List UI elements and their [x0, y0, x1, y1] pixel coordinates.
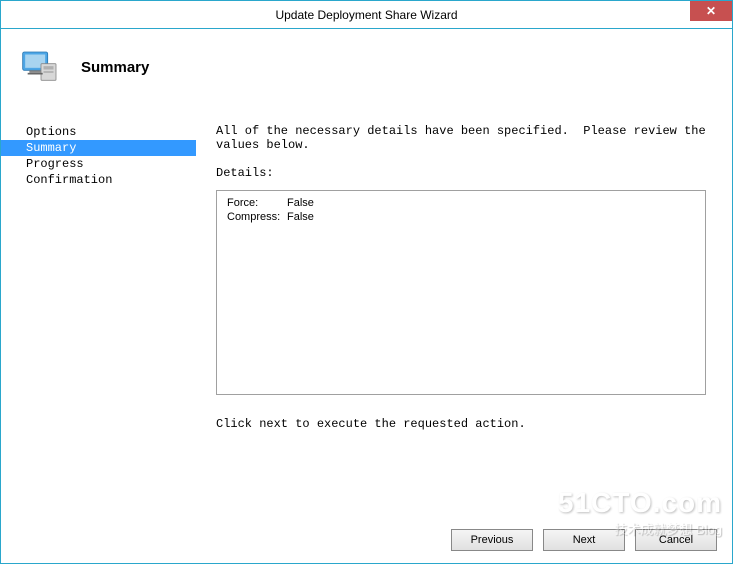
header: Summary: [1, 29, 732, 99]
detail-value: False: [287, 211, 314, 223]
detail-value: False: [287, 197, 314, 209]
details-label: Details:: [216, 166, 717, 180]
detail-row: Force: False: [227, 197, 695, 209]
close-icon: ✕: [706, 4, 716, 18]
footer-text: Click next to execute the requested acti…: [216, 417, 717, 431]
detail-row: Compress: False: [227, 211, 695, 223]
wizard-window: Update Deployment Share Wizard ✕ Summary: [0, 0, 733, 564]
main-area: Options Summary Progress Confirmation Al…: [1, 114, 732, 508]
sidebar-item-confirmation[interactable]: Confirmation: [1, 172, 196, 188]
previous-button[interactable]: Previous: [451, 529, 533, 551]
cancel-button[interactable]: Cancel: [635, 529, 717, 551]
sidebar-item-progress[interactable]: Progress: [1, 156, 196, 172]
next-button[interactable]: Next: [543, 529, 625, 551]
titlebar: Update Deployment Share Wizard ✕: [1, 1, 732, 29]
computer-monitor-icon: [21, 47, 61, 87]
detail-key: Force:: [227, 197, 287, 209]
detail-key: Compress:: [227, 211, 287, 223]
button-bar: Previous Next Cancel: [451, 529, 717, 551]
page-title: Summary: [81, 59, 149, 76]
window-title: Update Deployment Share Wizard: [275, 8, 457, 22]
close-button[interactable]: ✕: [690, 1, 732, 21]
content-area: Summary Options Summary Progress Confirm…: [1, 29, 732, 563]
sidebar-item-summary[interactable]: Summary: [1, 140, 196, 156]
summary-panel: All of the necessary details have been s…: [196, 114, 732, 508]
sidebar-item-options[interactable]: Options: [1, 124, 196, 140]
sidebar: Options Summary Progress Confirmation: [1, 114, 196, 508]
details-textbox[interactable]: Force: False Compress: False: [216, 190, 706, 395]
intro-text: All of the necessary details have been s…: [216, 124, 717, 152]
